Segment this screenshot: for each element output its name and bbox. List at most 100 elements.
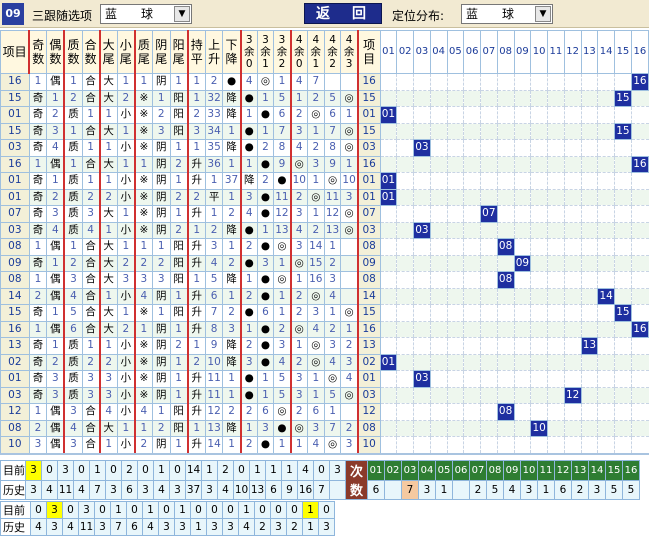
empty-cell xyxy=(396,354,414,371)
issue-number: 15 xyxy=(357,89,381,107)
back-button[interactable]: 返 回 xyxy=(304,3,382,24)
empty-cell xyxy=(563,436,582,454)
empty-cell xyxy=(429,156,448,173)
empty-cell xyxy=(413,205,431,223)
data-cell: 质 xyxy=(63,386,83,404)
data-cell: 2 xyxy=(222,403,242,421)
stats-cell: 0 xyxy=(206,501,223,519)
data-cell: ◎ xyxy=(290,320,308,338)
stats-cell: 3 xyxy=(169,479,186,500)
chevron-down-icon[interactable]: ▼ xyxy=(535,6,551,22)
data-cell: 升 xyxy=(187,386,206,404)
data-cell: 阳 xyxy=(169,254,189,272)
empty-cell xyxy=(379,304,397,322)
data-cell: ● xyxy=(240,221,258,239)
follow-select[interactable]: 蓝 球 ▼ xyxy=(100,4,192,24)
empty-cell xyxy=(496,321,514,338)
data-cell: 5 xyxy=(273,89,292,107)
column-header: 4余1 xyxy=(306,30,325,74)
empty-cell xyxy=(614,106,632,124)
empty-cell xyxy=(396,337,414,355)
empty-cell xyxy=(496,106,514,124)
data-cell: 阳 xyxy=(169,106,189,124)
stats-cell: 1 xyxy=(302,518,319,536)
data-cell: 2 xyxy=(240,403,258,421)
issue-number: 15 xyxy=(0,89,30,107)
empty-cell xyxy=(630,139,649,157)
empty-cell xyxy=(463,304,481,322)
data-cell: 12 xyxy=(204,403,224,421)
empty-cell xyxy=(479,288,498,305)
data-cell: 2 xyxy=(306,221,325,239)
empty-cell xyxy=(513,288,531,305)
data-cell: 降 xyxy=(222,89,242,107)
table-row: 07 奇 3 质 3 大 1 ※ 阴 1 升 1 2 4 ● 12 3 1 12 ◎ 07 07 xyxy=(0,205,649,223)
number-column-header: 08 xyxy=(496,30,515,74)
empty-cell xyxy=(429,73,448,91)
stats-cell: 3 xyxy=(137,479,154,500)
hit-cell: 03 xyxy=(413,139,431,157)
position-select-value: 蓝 球 xyxy=(466,7,515,21)
data-cell: 1 xyxy=(151,403,171,421)
empty-cell xyxy=(614,370,632,388)
data-cell: 7 xyxy=(306,73,325,91)
data-cell: 2 xyxy=(46,106,66,124)
data-cell: 偶 xyxy=(46,436,66,454)
data-cell: 降 xyxy=(240,172,258,190)
stats-row-current: 目前 3 0 3 0 1 0 2 0 1 0 14 1 2 0 1 1 1 4 0 3 次数 01 02 03 04 05 06 07 0… xyxy=(0,460,640,500)
empty-cell xyxy=(413,337,431,355)
data-cell: 阴 xyxy=(151,155,171,173)
number-column-header: 10 xyxy=(530,30,549,74)
position-select[interactable]: 蓝 球 ▼ xyxy=(461,4,553,24)
data-cell: 3 xyxy=(99,370,118,388)
data-cell: ● xyxy=(273,172,292,190)
data-cell: 1 xyxy=(256,370,275,388)
count-head: 07 xyxy=(469,460,487,481)
table-row: 08 2 偶 4 合大 1 1 2 阳 1 13 降 1 3 ● ◎ 3 7 2 08 10 xyxy=(0,419,649,437)
empty-cell xyxy=(429,403,448,421)
stats-cell: 3 xyxy=(25,479,42,500)
data-cell: 奇 xyxy=(28,386,48,404)
data-cell: 1 xyxy=(116,73,136,91)
data-cell: 1 xyxy=(222,155,242,173)
empty-cell xyxy=(630,337,649,355)
empty-cell xyxy=(580,189,598,206)
column-header: 3余1 xyxy=(256,30,275,74)
stats-cell: 4 xyxy=(41,479,58,500)
data-cell: 4 xyxy=(134,403,153,421)
data-cell: ◎ xyxy=(273,238,292,256)
empty-cell xyxy=(580,106,598,124)
data-cell: 2 xyxy=(290,287,308,305)
empty-cell xyxy=(513,238,531,256)
data-cell: 12 xyxy=(323,205,342,223)
data-cell: 小 xyxy=(116,370,136,388)
data-cell: 升 xyxy=(187,436,206,454)
data-cell: 2 xyxy=(63,89,83,107)
empty-cell xyxy=(379,73,397,91)
data-cell: 偶 xyxy=(46,155,66,173)
data-cell: 3 xyxy=(151,271,171,289)
data-cell: 2 xyxy=(134,254,153,272)
empty-cell xyxy=(429,123,448,140)
data-cell: 8 xyxy=(273,139,292,157)
empty-cell xyxy=(496,370,514,388)
data-cell: 奇 xyxy=(28,337,48,355)
stats-cell: 0 xyxy=(286,501,303,519)
data-cell: 8 xyxy=(323,139,342,157)
data-cell: 1 xyxy=(116,205,136,223)
data-cell: 2 xyxy=(240,238,258,256)
empty-cell xyxy=(513,222,531,239)
empty-cell xyxy=(463,156,481,173)
data-cell: 4 xyxy=(63,419,83,437)
empty-cell xyxy=(463,288,481,305)
data-cell: 3 xyxy=(306,419,325,437)
empty-cell xyxy=(446,222,464,239)
data-cell: 升 xyxy=(187,403,206,421)
chevron-down-icon[interactable]: ▼ xyxy=(174,6,190,22)
empty-cell xyxy=(580,139,598,157)
empty-cell xyxy=(429,288,448,305)
data-cell: 1 xyxy=(63,238,83,256)
stats-cell: 3 xyxy=(46,518,63,536)
data-cell: 1 xyxy=(169,205,189,223)
empty-cell xyxy=(463,238,481,256)
